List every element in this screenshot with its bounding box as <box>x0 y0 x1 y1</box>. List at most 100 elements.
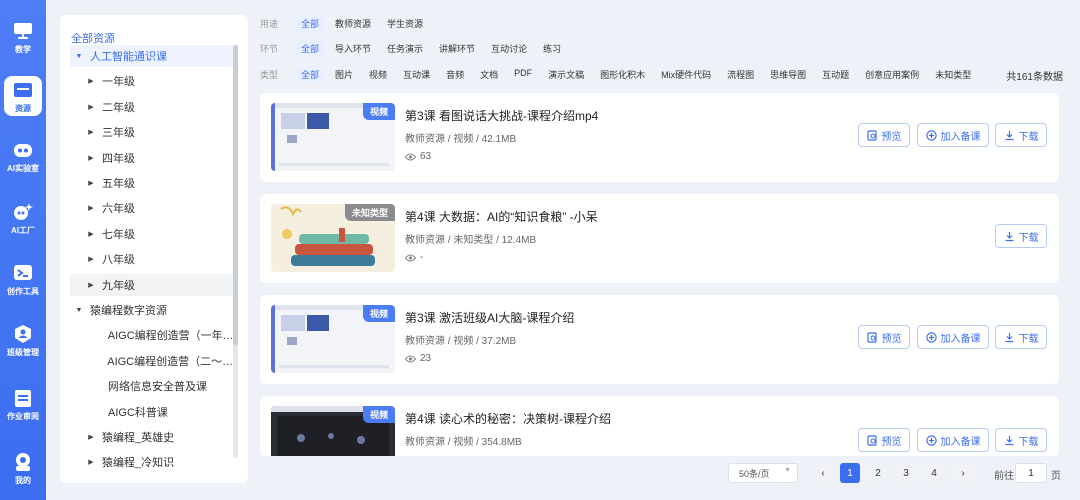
tree-node[interactable]: ▶ 五年级 <box>70 172 236 194</box>
preview-button[interactable]: 预览 <box>858 123 910 147</box>
resource-thumbnail[interactable]: 未知类型 <box>271 204 395 272</box>
tree-node[interactable]: ▶ 六年级 <box>70 197 236 219</box>
resource-card[interactable]: 视频 第3课 激活班级AI大脑-课程介绍 教师资源 / 视频 / 37.2MB 23 预… <box>260 295 1059 384</box>
caret-right-icon[interactable]: ▶ <box>86 433 96 441</box>
filter-type-option[interactable]: 互动题 <box>817 66 854 83</box>
caret-right-icon[interactable]: ▶ <box>86 281 96 289</box>
download-button[interactable]: 下载 <box>995 224 1047 248</box>
filter-stage-option[interactable]: 互动讨论 <box>486 40 532 57</box>
tree-scrollbar[interactable] <box>233 45 238 458</box>
preview-button[interactable]: 预览 <box>858 325 910 349</box>
tree-node[interactable]: ▶ 一年级 <box>70 70 236 92</box>
tree-node[interactable]: ▼ 猿编程数字资源 <box>70 299 236 321</box>
tree-node[interactable]: 网络信息安全普及课 <box>70 375 236 397</box>
tree-node[interactable]: AIGC科普课 <box>70 401 236 423</box>
filter-stage-option[interactable]: 导入环节 <box>330 40 376 57</box>
filter-usage-option[interactable]: 学生资源 <box>382 15 428 32</box>
download-button[interactable]: 下载 <box>995 428 1047 452</box>
caret-right-icon[interactable]: ▶ <box>86 458 96 466</box>
tree-node[interactable]: ▶ 九年级 <box>70 273 236 296</box>
goto-page-input[interactable] <box>1015 463 1047 483</box>
page-number-button[interactable]: 3 <box>896 463 916 483</box>
caret-right-icon[interactable]: ▶ <box>86 154 96 162</box>
filter-type-option[interactable]: 演示文稿 <box>543 66 589 83</box>
preview-button[interactable]: 预览 <box>858 428 910 452</box>
filter-type-option[interactable]: 未知类型 <box>930 66 976 83</box>
resource-thumbnail[interactable]: 视频 <box>271 103 395 171</box>
resource-card[interactable]: 未知类型 第4课 大数据：AI的“知识食粮” -小呆 教师资源 / 未知类型 / 1… <box>260 194 1059 283</box>
resource-title[interactable]: 第4课 读心术的秘密：决策树-课程介绍 <box>405 410 611 427</box>
tree-node[interactable]: AIGC编程创造营（一年级） <box>70 324 236 346</box>
caret-down-icon[interactable]: ▼ <box>74 307 84 314</box>
tree-node-label: 三年级 <box>102 127 135 140</box>
nav-ai-factory[interactable]: AI工厂 <box>0 196 46 242</box>
nav-homework-review[interactable]: 作业审阅 <box>0 382 46 428</box>
filter-type-option[interactable]: 思维导图 <box>765 66 811 83</box>
filter-type-option[interactable]: 全部 <box>296 65 325 83</box>
tree-node[interactable]: ▶ 猿编程_冷知识 <box>70 451 236 473</box>
resource-card[interactable]: 视频 第3课 看图说话大挑战-课程介绍mp4 教师资源 / 视频 / 42.1MB 6… <box>260 93 1059 182</box>
page-number-button[interactable]: 1 <box>840 463 860 483</box>
nav-resources[interactable]: 资源 <box>0 74 46 120</box>
tree-node[interactable]: AIGC编程创造营（二～六年级） <box>70 350 236 372</box>
page-number-button[interactable]: 4 <box>924 463 944 483</box>
filter-type-option[interactable]: 流程图 <box>722 66 759 83</box>
filter-usage-option[interactable]: 全部 <box>296 14 325 32</box>
tree-node[interactable]: ▶ 猿编程_英雄史 <box>70 426 236 448</box>
filter-type-option[interactable]: 视频 <box>364 66 392 83</box>
download-icon <box>1004 332 1019 343</box>
nav-creation-tools[interactable]: 创作工具 <box>0 257 46 303</box>
filter-usage-option[interactable]: 教师资源 <box>330 15 376 32</box>
nav-ai-lab[interactable]: AI实验室 <box>0 134 46 180</box>
caret-right-icon[interactable]: ▶ <box>86 128 96 136</box>
filter-stage-option[interactable]: 全部 <box>296 39 325 57</box>
resource-card[interactable]: 视频 第4课 读心术的秘密：决策树-课程介绍 教师资源 / 视频 / 354.8MB… <box>260 396 1059 456</box>
tree-node[interactable]: ▶ 三年级 <box>70 121 236 143</box>
resource-title[interactable]: 第4课 大数据：AI的“知识食粮” -小呆 <box>405 208 598 225</box>
caret-right-icon[interactable]: ▶ <box>86 204 96 212</box>
class-icon <box>12 324 34 344</box>
tree-scrollbar-thumb[interactable] <box>233 45 238 345</box>
tree-node[interactable]: ▶ 八年级 <box>70 248 236 270</box>
resource-title[interactable]: 第3课 看图说话大挑战-课程介绍mp4 <box>405 107 598 124</box>
resource-thumbnail[interactable]: 视频 <box>271 406 395 456</box>
add-to-lesson-button[interactable]: 加入备课 <box>917 428 989 452</box>
filter-stage-option[interactable]: 讲解环节 <box>434 40 480 57</box>
filter-type-option[interactable]: 创意应用案例 <box>860 66 924 83</box>
caret-right-icon[interactable]: ▶ <box>86 230 96 238</box>
page-number-button[interactable]: 2 <box>868 463 888 483</box>
caret-right-icon[interactable]: ▶ <box>86 179 96 187</box>
filter-stage-option[interactable]: 任务演示 <box>382 40 428 57</box>
tree-node[interactable]: ▼ 人工智能通识课 <box>70 45 236 67</box>
nav-teaching[interactable]: 教学 <box>0 15 46 61</box>
eye-icon <box>405 254 420 262</box>
prev-page-button[interactable]: ‹ <box>813 463 833 483</box>
tree-node[interactable]: ▶ 七年级 <box>70 223 236 245</box>
plus-circle-icon <box>925 129 941 141</box>
filter-type-option[interactable]: 图片 <box>330 66 358 83</box>
caret-right-icon[interactable]: ▶ <box>86 103 96 111</box>
nav-class-management[interactable]: 班级管理 <box>0 318 46 364</box>
resource-title[interactable]: 第3课 激活班级AI大脑-课程介绍 <box>405 309 574 326</box>
filter-type-option[interactable]: 音频 <box>441 66 469 83</box>
add-to-lesson-button[interactable]: 加入备课 <box>917 325 989 349</box>
filter-type-option[interactable]: 互动课 <box>398 66 435 83</box>
resource-thumbnail[interactable]: 视频 <box>271 305 395 373</box>
caret-right-icon[interactable]: ▶ <box>86 255 96 263</box>
page-size-select[interactable]: 50条/页 ▼ <box>728 463 798 483</box>
filter-type-option[interactable]: 图形化积木 <box>595 66 650 83</box>
tree-root-all-resources[interactable]: 全部资源 <box>71 30 115 46</box>
filter-type-option[interactable]: Mix硬件代码 <box>656 66 716 83</box>
nav-mine[interactable]: 我的 <box>0 446 46 492</box>
download-button[interactable]: 下载 <box>995 325 1047 349</box>
next-page-button[interactable]: › <box>953 463 973 483</box>
download-button[interactable]: 下载 <box>995 123 1047 147</box>
tree-node[interactable]: ▶ 二年级 <box>70 96 236 118</box>
filter-type-option[interactable]: 文档 <box>475 66 503 83</box>
filter-type-option[interactable]: PDF <box>509 66 537 83</box>
add-to-lesson-button[interactable]: 加入备课 <box>917 123 989 147</box>
filter-stage-option[interactable]: 练习 <box>538 40 566 57</box>
caret-right-icon[interactable]: ▶ <box>86 77 96 85</box>
tree-node[interactable]: ▶ 四年级 <box>70 147 236 169</box>
caret-down-icon[interactable]: ▼ <box>74 53 84 60</box>
